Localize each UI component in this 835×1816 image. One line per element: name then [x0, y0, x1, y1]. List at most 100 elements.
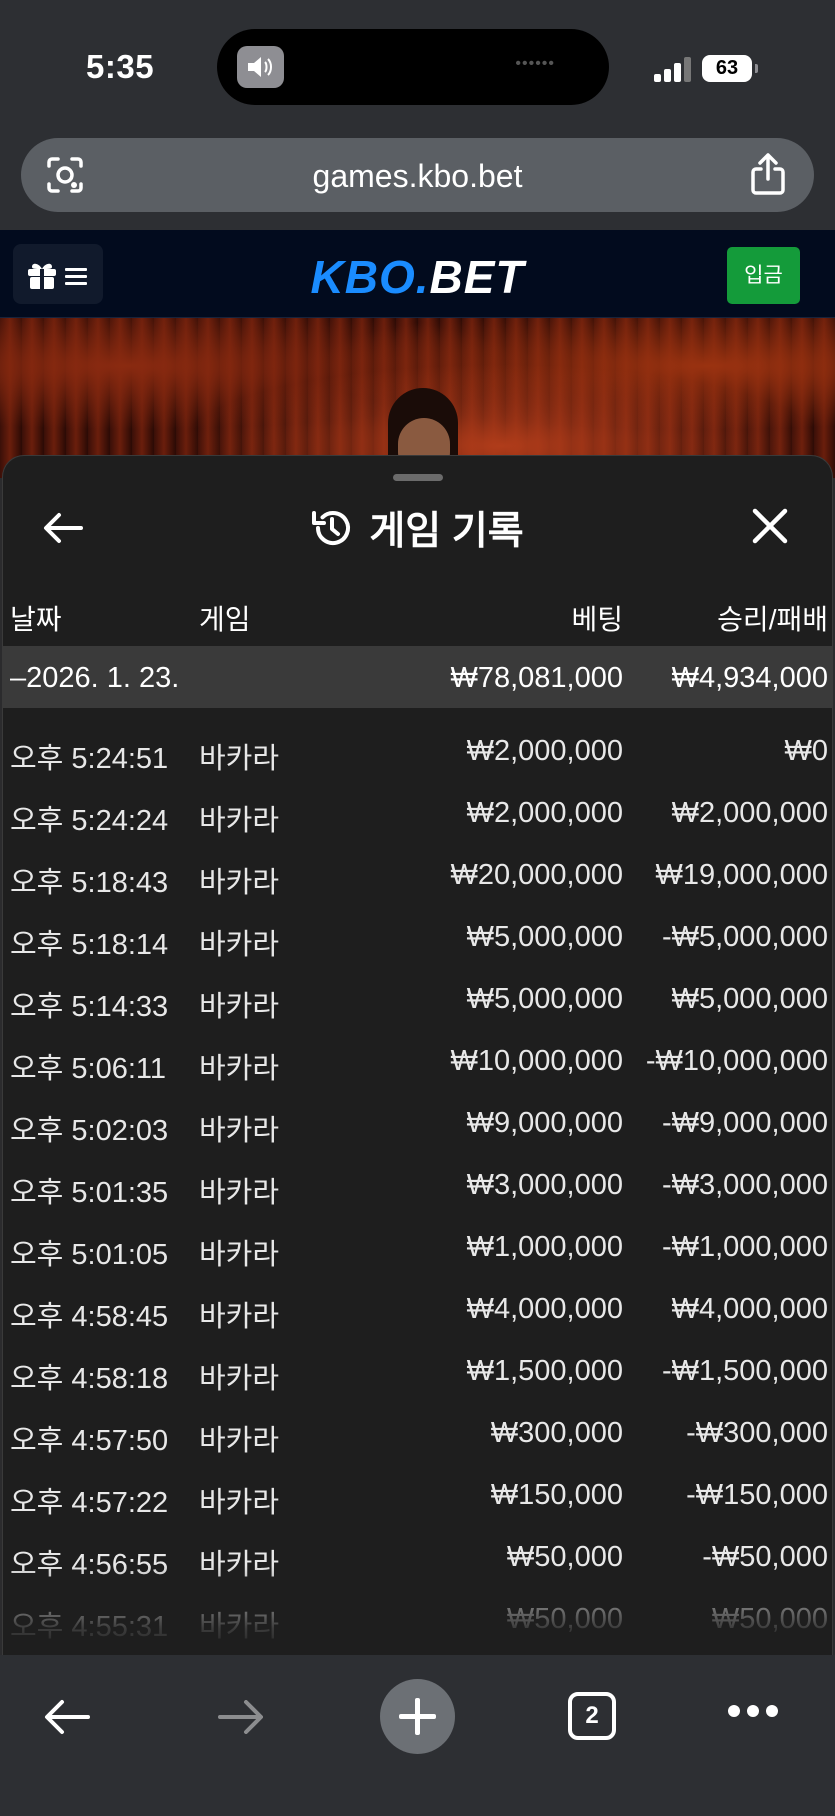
column-header-date: 날짜 — [10, 604, 62, 635]
row-time: 오후 4:57:22 — [10, 1487, 169, 1519]
row-bet: ₩5,000,000 — [466, 983, 623, 1015]
table-row[interactable]: 오후 4:58:45 바카라 ₩4,000,000 ₩4,000,000 — [3, 1276, 832, 1338]
row-time: 오후 5:06:11 — [10, 1053, 167, 1085]
url-text[interactable]: games.kbo.bet — [21, 158, 814, 195]
table-row[interactable]: 오후 4:55:31 바카라 ₩50,000 ₩50,000 — [3, 1586, 832, 1648]
row-result: -₩1,000,000 — [661, 1231, 828, 1263]
row-game: 바카라 — [199, 1115, 280, 1147]
row-bet: ₩2,000,000 — [466, 735, 623, 767]
row-bet: ₩10,000,000 — [450, 1045, 623, 1077]
group-bet-total: ₩78,081,000 — [450, 662, 623, 694]
row-result: -₩50,000 — [702, 1541, 828, 1573]
table-row[interactable]: 오후 4:57:22 바카라 ₩150,000 -₩150,000 — [3, 1462, 832, 1524]
row-time: 오후 5:24:51 — [10, 743, 169, 775]
row-result: -₩300,000 — [686, 1417, 828, 1449]
row-result: -₩9,000,000 — [661, 1107, 828, 1139]
row-game: 바카라 — [199, 929, 280, 961]
row-time: 오후 5:02:03 — [10, 1115, 169, 1147]
row-result: -₩5,000,000 — [661, 921, 828, 953]
date-group-row[interactable]: –2026. 1. 23. ₩78,081,000 ₩4,934,000 — [3, 646, 832, 708]
status-time: 5:35 — [86, 48, 155, 85]
table-row[interactable]: 오후 4:57:50 바카라 ₩300,000 -₩300,000 — [3, 1400, 832, 1462]
logo-bet: BET — [429, 251, 525, 303]
row-result: -₩10,000,000 — [645, 1045, 828, 1077]
row-bet: ₩5,000,000 — [466, 921, 623, 953]
new-tab-button[interactable] — [380, 1679, 455, 1754]
table-row[interactable]: 오후 5:01:35 바카라 ₩3,000,000 -₩3,000,000 — [3, 1152, 832, 1214]
status-bar: 5:35 •••••• 63 — [0, 0, 835, 130]
table-row[interactable]: 오후 5:18:43 바카라 ₩20,000,000 ₩19,000,000 — [3, 842, 832, 904]
row-result: ₩2,000,000 — [671, 797, 828, 829]
row-result: -₩150,000 — [686, 1479, 828, 1511]
table-row[interactable]: 오후 5:14:33 바카라 ₩5,000,000 ₩5,000,000 — [3, 966, 832, 1028]
row-bet: ₩1,000,000 — [466, 1231, 623, 1263]
signal-icon — [654, 56, 694, 82]
table-row[interactable]: 오후 5:18:14 바카라 ₩5,000,000 -₩5,000,000 — [3, 904, 832, 966]
row-time: 오후 5:14:33 — [10, 991, 169, 1023]
browser-back-icon[interactable] — [42, 1695, 92, 1739]
row-time: 오후 4:56:55 — [10, 1549, 169, 1581]
row-game: 바카라 — [199, 1611, 280, 1643]
row-bet: ₩1,500,000 — [466, 1355, 623, 1387]
column-header-win-loss: 승리/패배 — [717, 604, 828, 635]
island-dots: •••••• — [515, 55, 555, 72]
logo-kbo: KBO. — [310, 251, 430, 303]
table-row[interactable]: 오후 5:01:05 바카라 ₩1,000,000 -₩1,000,000 — [3, 1214, 832, 1276]
table-row[interactable]: 오후 5:02:03 바카라 ₩9,000,000 -₩9,000,000 — [3, 1090, 832, 1152]
dynamic-island: •••••• — [217, 29, 609, 105]
group-win-total: ₩4,934,000 — [671, 662, 828, 694]
row-bet: ₩150,000 — [490, 1479, 623, 1511]
row-game: 바카라 — [199, 1363, 280, 1395]
row-result: ₩0 — [784, 735, 829, 767]
row-game: 바카라 — [199, 1239, 280, 1271]
row-bet: ₩4,000,000 — [466, 1293, 623, 1325]
speaker-icon — [237, 46, 284, 88]
site-logo[interactable]: KBO.BET — [0, 250, 835, 304]
column-header-game: 게임 — [199, 604, 251, 635]
browser-toolbar: 2 — [0, 1655, 835, 1816]
row-time: 오후 5:18:43 — [10, 867, 169, 899]
table-row[interactable]: 오후 5:24:24 바카라 ₩2,000,000 ₩2,000,000 — [3, 780, 832, 842]
game-history-sheet: 게임 기록 날짜 게임 베팅 승리/패배 –2026. 1. 23. ₩78,0… — [2, 455, 833, 1655]
row-game: 바카라 — [199, 1425, 280, 1457]
column-header-bet: 베팅 — [571, 604, 623, 635]
row-game: 바카라 — [199, 743, 280, 775]
row-result: -₩1,500,000 — [661, 1355, 828, 1387]
row-bet: ₩3,000,000 — [466, 1169, 623, 1201]
deposit-button[interactable]: 입금 — [727, 247, 800, 304]
row-game: 바카라 — [199, 1177, 280, 1209]
group-date: –2026. 1. 23. — [10, 662, 180, 694]
row-time: 오후 4:57:50 — [10, 1425, 169, 1457]
row-game: 바카라 — [199, 1053, 280, 1085]
row-bet: ₩20,000,000 — [450, 859, 623, 891]
tab-switcher-button[interactable]: 2 — [568, 1692, 616, 1740]
browser-forward-icon[interactable] — [216, 1695, 266, 1739]
row-result: -₩3,000,000 — [661, 1169, 828, 1201]
table-row[interactable]: 오후 4:58:18 바카라 ₩1,500,000 -₩1,500,000 — [3, 1338, 832, 1400]
live-game-video — [0, 318, 835, 478]
history-table: 날짜 게임 베팅 승리/패배 –2026. 1. 23. ₩78,081,000… — [3, 588, 832, 1648]
row-bet: ₩9,000,000 — [466, 1107, 623, 1139]
row-game: 바카라 — [199, 991, 280, 1023]
table-row[interactable]: 오후 4:56:55 바카라 ₩50,000 -₩50,000 — [3, 1524, 832, 1586]
more-menu-icon[interactable] — [728, 1705, 778, 1719]
row-game: 바카라 — [199, 867, 280, 899]
history-icon — [312, 511, 351, 545]
sheet-grabber[interactable] — [393, 474, 443, 481]
row-result: ₩4,000,000 — [671, 1293, 828, 1325]
row-result: ₩19,000,000 — [655, 859, 828, 891]
row-bet: ₩300,000 — [490, 1417, 623, 1449]
row-time: 오후 5:18:14 — [10, 929, 169, 961]
close-icon[interactable] — [750, 506, 790, 546]
row-time: 오후 4:58:18 — [10, 1363, 169, 1395]
table-row[interactable]: 오후 5:06:11 바카라 ₩10,000,000 -₩10,000,000 — [3, 1028, 832, 1090]
row-game: 바카라 — [199, 805, 280, 837]
row-bet: ₩2,000,000 — [466, 797, 623, 829]
row-game: 바카라 — [199, 1549, 280, 1581]
address-bar[interactable]: games.kbo.bet — [21, 138, 814, 212]
share-icon[interactable] — [750, 152, 786, 196]
row-game: 바카라 — [199, 1487, 280, 1519]
row-time: 오후 5:01:35 — [10, 1177, 169, 1209]
row-game: 바카라 — [199, 1301, 280, 1333]
table-row[interactable]: 오후 5:24:51 바카라 ₩2,000,000 ₩0 — [3, 718, 832, 780]
